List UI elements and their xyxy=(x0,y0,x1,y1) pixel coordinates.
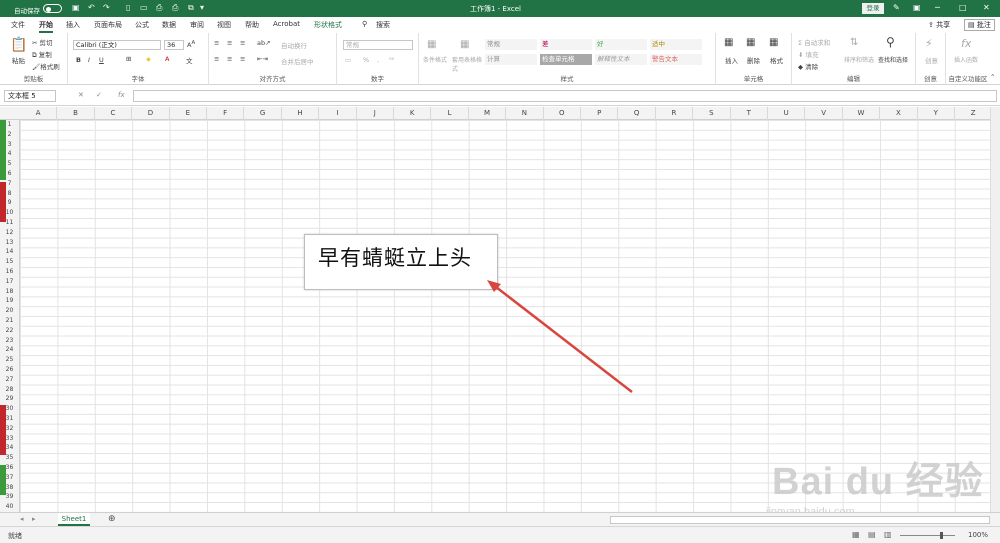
zoom-slider-knob[interactable] xyxy=(940,532,943,539)
add-sheet-icon[interactable]: ⊕ xyxy=(108,514,116,524)
arrow-shaft xyxy=(495,286,633,393)
page-break-view-icon[interactable]: ▥ xyxy=(884,530,892,539)
sheet-bar: ◂ ▸ Sheet1 ⊕ xyxy=(0,512,1000,526)
watermark-logo: Bai du 经验 xyxy=(772,461,984,503)
normal-view-icon[interactable]: ▦ xyxy=(852,530,860,539)
horizontal-scrollbar[interactable] xyxy=(610,516,990,524)
zoom-slider[interactable] xyxy=(900,535,955,536)
status-ready: 就绪 xyxy=(8,532,22,540)
status-bar: 就绪 ▦ ▤ ▥ 100% xyxy=(0,526,1000,543)
zoom-level[interactable]: 100% xyxy=(968,531,988,539)
sheet-tab-sheet1[interactable]: Sheet1 xyxy=(58,513,90,526)
page-layout-view-icon[interactable]: ▤ xyxy=(868,530,876,539)
prev-sheet-icon[interactable]: ◂ xyxy=(20,515,24,523)
next-sheet-icon[interactable]: ▸ xyxy=(32,515,36,523)
